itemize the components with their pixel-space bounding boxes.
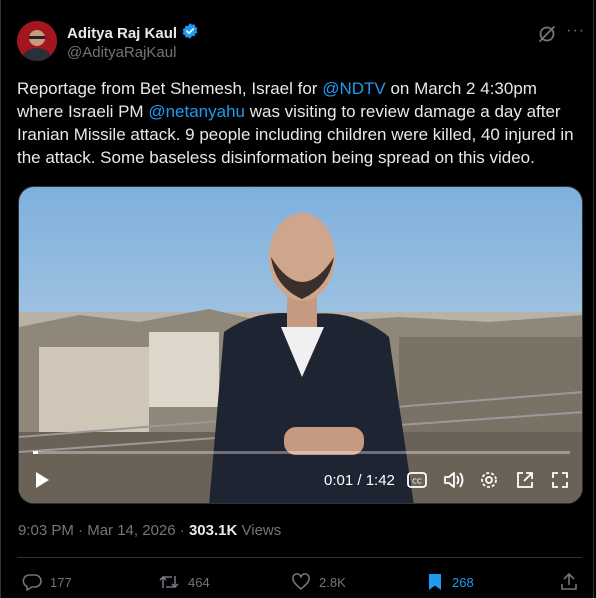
avatar[interactable] bbox=[17, 21, 57, 61]
tweet-time[interactable]: 9:03 PM bbox=[18, 522, 74, 539]
author-name-row: Aditya Raj Kaul bbox=[67, 22, 199, 45]
popout-icon[interactable] bbox=[515, 468, 535, 492]
divider bbox=[17, 557, 582, 558]
author-handle[interactable]: @AdityaRajKaul bbox=[67, 44, 176, 61]
bookmark-button[interactable]: 268 bbox=[426, 572, 474, 592]
settings-icon[interactable] bbox=[479, 468, 499, 492]
like-count: 2.8K bbox=[319, 574, 346, 590]
fullscreen-icon[interactable] bbox=[550, 468, 570, 492]
more-options-icon[interactable]: ··· bbox=[566, 22, 585, 40]
video-progress-fill bbox=[33, 451, 39, 454]
tweet-date[interactable]: Mar 14, 2026 bbox=[87, 522, 175, 539]
bookmark-count: 268 bbox=[452, 574, 474, 590]
mention-link[interactable]: @NDTV bbox=[322, 79, 386, 98]
like-button[interactable]: 2.8K bbox=[291, 572, 346, 592]
play-icon[interactable] bbox=[33, 468, 51, 492]
mention-link[interactable]: @netanyahu bbox=[148, 102, 245, 121]
video-progress-bar[interactable] bbox=[33, 451, 570, 454]
views-count: 303.1K bbox=[188, 522, 238, 539]
video-player[interactable]: 0:01 / 1:42 CC bbox=[18, 186, 583, 504]
grok-icon[interactable] bbox=[537, 24, 557, 44]
bookmark-icon bbox=[429, 574, 441, 590]
repost-button[interactable]: 464 bbox=[158, 572, 210, 592]
tweet-meta: 9:03 PM · Mar 14, 2026 · 303.1K Views bbox=[18, 522, 281, 539]
volume-icon[interactable] bbox=[443, 468, 465, 492]
reply-count: 177 bbox=[50, 574, 72, 590]
tweet-text-segment: Reportage from Bet Shemesh, Israel for bbox=[17, 79, 323, 98]
meta-separator: · bbox=[179, 522, 185, 539]
tweet-text: Reportage from Bet Shemesh, Israel for @… bbox=[17, 77, 582, 169]
views-label: Views bbox=[241, 522, 282, 539]
share-button[interactable] bbox=[560, 572, 578, 592]
repost-count: 464 bbox=[188, 574, 210, 590]
verified-badge-icon bbox=[181, 22, 199, 45]
share-icon bbox=[561, 572, 577, 590]
captions-icon[interactable]: CC bbox=[407, 468, 427, 492]
svg-text:CC: CC bbox=[412, 478, 422, 486]
avatar-image bbox=[17, 21, 57, 61]
video-frame bbox=[19, 187, 582, 503]
video-time: 0:01 / 1:42 bbox=[324, 472, 395, 489]
reply-button[interactable]: 177 bbox=[22, 572, 72, 592]
heart-icon bbox=[292, 573, 310, 590]
author-name[interactable]: Aditya Raj Kaul bbox=[67, 25, 177, 42]
reply-icon bbox=[22, 574, 42, 591]
repost-icon bbox=[159, 575, 179, 589]
tweet-card: Aditya Raj Kaul @AdityaRajKaul ··· Repor… bbox=[0, 0, 594, 598]
meta-separator: · bbox=[78, 522, 84, 539]
